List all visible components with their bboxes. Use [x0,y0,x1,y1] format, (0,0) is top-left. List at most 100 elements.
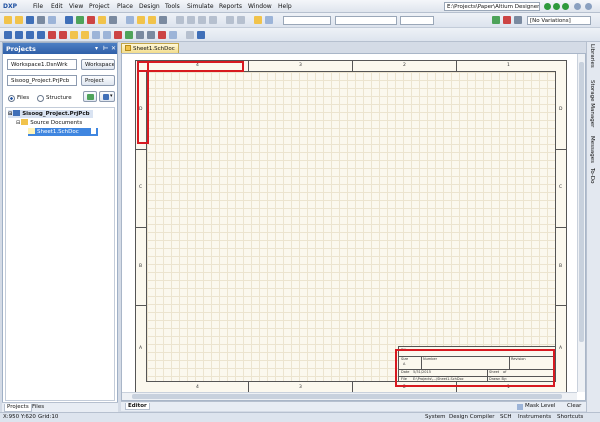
stop-icon[interactable] [503,16,511,24]
status-design-compiler-button[interactable]: Design Compiler [449,414,495,420]
component-icon[interactable] [65,16,73,24]
menu-help[interactable]: Help [278,3,292,10]
project-button[interactable]: Project [81,75,115,86]
part-icon[interactable] [70,31,78,39]
clear-button[interactable]: Clear [567,403,581,409]
menu-simulate[interactable]: Simulate [187,3,214,10]
menu-project[interactable]: Project [89,3,110,10]
move-icon[interactable] [187,16,195,24]
menu-reports[interactable]: Reports [219,3,242,10]
view-options-button[interactable]: ▾ [99,91,115,102]
gnd-icon[interactable] [48,31,56,39]
panel-close-icon[interactable]: ✕ [111,45,116,52]
schematic-editor[interactable]: 4 3 2 1 4 3 2 1 D C B A D C B A Title Si… [121,53,586,401]
undo-icon[interactable] [226,16,234,24]
status-instruments-button[interactable]: Instruments [518,414,551,420]
panel-pin-icon[interactable]: ⊢ [103,45,108,52]
filter-combo[interactable] [283,16,331,25]
text-icon[interactable] [186,31,194,39]
libraries-panel-tab[interactable]: Libraries [589,44,595,68]
menu-place[interactable]: Place [117,3,133,10]
delete-icon[interactable] [158,31,166,39]
path-field[interactable]: E:\Projects\Paper\Altium Designer [444,2,540,11]
document-tab[interactable]: Sheet1.SchDoc [121,43,179,53]
save-icon[interactable] [26,16,34,24]
tab-files[interactable]: Files [30,404,46,412]
workspace-select[interactable]: Workspace1.DsnWrk [7,59,77,70]
pen-icon[interactable] [197,31,205,39]
back-icon[interactable] [553,3,560,10]
variations-combo[interactable]: [No Variations] [527,16,591,25]
cut-icon[interactable] [126,16,134,24]
copy-icon[interactable] [137,16,145,24]
print-icon[interactable] [37,16,45,24]
align-icon[interactable] [198,16,206,24]
home-icon[interactable] [574,3,581,10]
tree-document-node[interactable]: Sheet1.SchDoc [28,128,98,136]
snap-combo[interactable] [335,16,397,25]
menu-tools[interactable]: Tools [165,3,180,10]
menu-design[interactable]: Design [139,3,160,10]
select-area-icon[interactable] [176,16,184,24]
preview-icon[interactable] [48,16,56,24]
status-system-button[interactable]: System [425,414,446,420]
tree-project-node[interactable]: ⊟ Sisoog_Project.PrjPcb [8,110,93,118]
library-icon[interactable] [76,16,84,24]
rubber-stamp-icon[interactable] [159,16,167,24]
sheet-symbol-icon[interactable] [81,31,89,39]
collapse-icon[interactable]: ⊟ [16,120,20,126]
schematic-sheet[interactable]: 4 3 2 1 4 3 2 1 D C B A D C B A Title Si… [135,60,567,393]
workspace-button[interactable]: Workspace [81,59,115,70]
tree-folder-node[interactable]: ⊟ Source Documents [16,119,82,127]
scroll-thumb[interactable] [132,394,562,399]
zoom-combo[interactable] [400,16,434,25]
horizontal-scrollbar[interactable] [122,392,577,400]
forward-icon[interactable] [562,3,569,10]
structure-radio[interactable] [37,95,44,102]
drawing-area[interactable] [146,71,556,382]
zoom-fit-icon[interactable] [98,16,106,24]
sheet-entry-icon[interactable] [92,31,100,39]
paste-icon[interactable] [148,16,156,24]
panel-menu-icon[interactable]: ▾ [95,45,98,52]
vertical-scrollbar[interactable] [577,54,585,392]
messages-panel-tab[interactable]: Messages [589,136,595,163]
project-field[interactable]: Sisoog_Project.PrjPcb [7,75,77,86]
hierarchy-icon[interactable] [254,16,262,24]
status-sch-button[interactable]: SCH [500,414,511,420]
menu-file[interactable]: File [33,3,43,10]
vcc-icon[interactable] [59,31,67,39]
menu-dxp[interactable]: DXP [3,3,17,10]
status-shortcuts-button[interactable]: Shortcuts [557,414,583,420]
compile-icon[interactable] [492,16,500,24]
tab-projects[interactable]: Projects [4,404,32,412]
options-icon[interactable] [514,16,522,24]
zoom-area-icon[interactable] [87,16,95,24]
harness-icon[interactable] [136,31,144,39]
no-erc-icon[interactable] [114,31,122,39]
menu-view[interactable]: View [69,3,83,10]
port-icon[interactable] [103,31,111,39]
favorites-icon[interactable] [585,3,592,10]
menu-edit[interactable]: Edit [51,3,63,10]
collapse-icon[interactable]: ⊟ [8,111,12,117]
signal-icon[interactable] [147,31,155,39]
zoom-icon[interactable] [109,16,117,24]
storage-manager-panel-tab[interactable]: Storage Manager [589,80,595,127]
redo-icon[interactable] [237,16,245,24]
bus-icon[interactable] [15,31,23,39]
deselect-icon[interactable] [209,16,217,24]
menu-window[interactable]: Window [248,3,272,10]
project-options-button[interactable] [83,91,97,102]
open-folder-icon[interactable] [4,16,12,24]
editor-tab[interactable]: Editor [125,403,150,410]
browse-icon[interactable] [265,16,273,24]
drawing-tools-icon[interactable] [169,31,177,39]
wire-icon[interactable] [4,31,12,39]
bus-entry-icon[interactable] [26,31,34,39]
files-radio[interactable] [8,95,15,102]
mask-level-button[interactable]: Mask Level [525,403,555,409]
go-icon[interactable] [544,3,551,10]
scroll-thumb[interactable] [579,62,584,342]
net-label-icon[interactable] [37,31,45,39]
